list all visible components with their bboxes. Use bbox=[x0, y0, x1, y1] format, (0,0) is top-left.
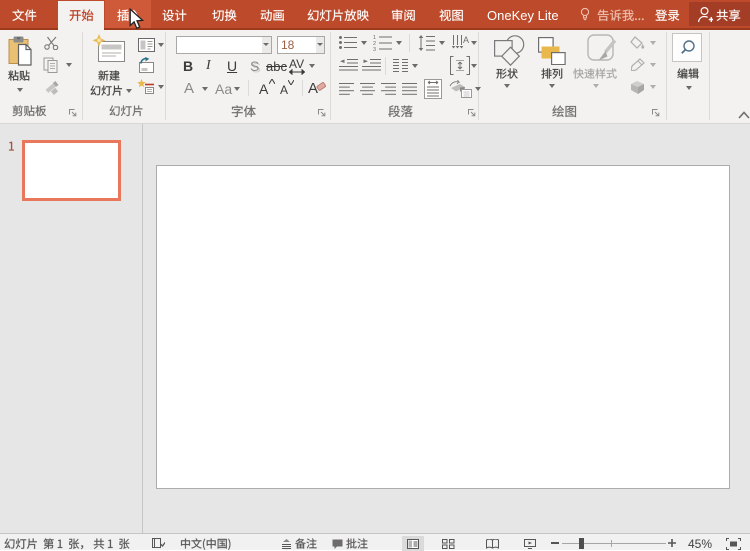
svg-text:A: A bbox=[463, 35, 469, 45]
svg-text:3: 3 bbox=[373, 47, 376, 51]
